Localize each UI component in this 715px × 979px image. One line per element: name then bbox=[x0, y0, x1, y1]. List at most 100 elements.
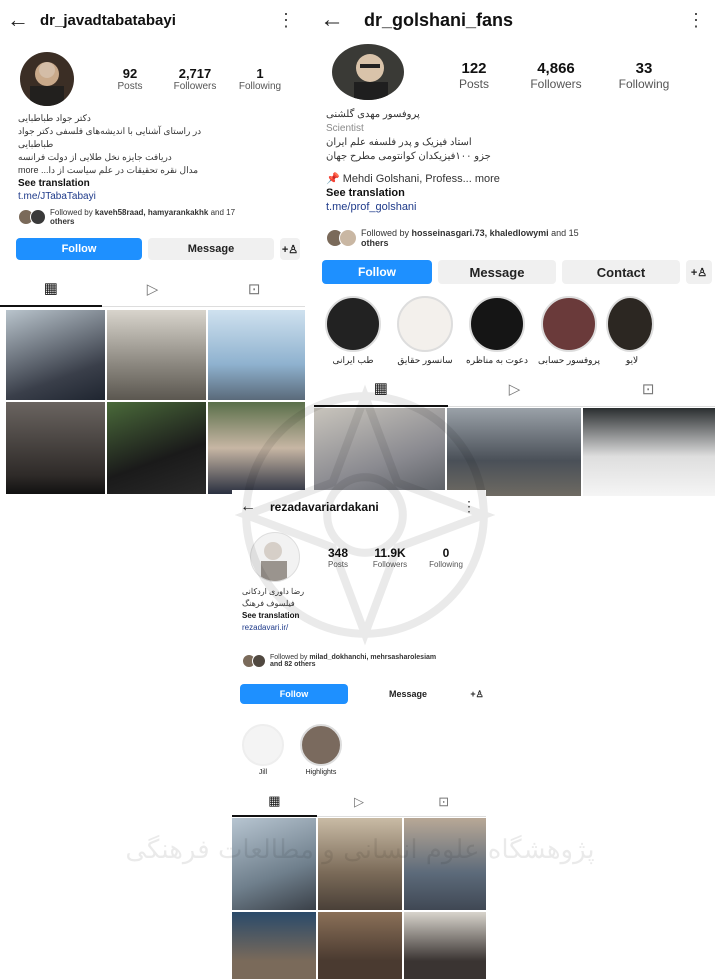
highlight-item[interactable]: لایو bbox=[606, 296, 654, 366]
followers-count[interactable]: 2,717 Followers bbox=[160, 66, 230, 92]
followers-count[interactable]: 11.9K Followers bbox=[360, 546, 420, 569]
profile-tabs: ▦ ▷ ⊡ bbox=[232, 788, 486, 817]
kebab-icon[interactable]: ⋮ bbox=[277, 10, 295, 31]
profile-stats: 122 Posts 4,866 Followers 33 Following bbox=[440, 60, 684, 91]
bio-link[interactable]: rezadavari.ir/ bbox=[242, 622, 462, 634]
highlight-thumbnail bbox=[325, 296, 381, 352]
highlight-item[interactable]: پروفسور حسابی bbox=[538, 296, 600, 366]
bio-line: در راستای آشنایی با اندیشه‌های فلسفی دکت… bbox=[18, 126, 202, 149]
bio-name: پروفسور مهدی گلشنی bbox=[326, 109, 420, 120]
kebab-icon[interactable]: ⋮ bbox=[462, 498, 476, 515]
following-count[interactable]: 33 Following bbox=[604, 60, 684, 91]
story-highlights: طب ایرانی سانسور حقایق دعوت به مناظره پر… bbox=[322, 296, 654, 366]
add-person-icon[interactable]: +♙ bbox=[280, 238, 300, 260]
username: rezadavariardakani bbox=[270, 500, 379, 514]
tagged-icon[interactable]: ⊡ bbox=[401, 788, 486, 816]
see-translation[interactable]: See translation bbox=[242, 610, 462, 622]
post-thumbnail[interactable] bbox=[107, 310, 206, 400]
bio: پروفسور مهدی گلشنی Scientist استاد فیزیک… bbox=[326, 108, 626, 214]
follow-button[interactable]: Follow bbox=[240, 684, 348, 704]
post-thumbnail[interactable] bbox=[314, 408, 445, 496]
action-buttons: Follow Message Contact +♙ bbox=[322, 260, 712, 284]
add-person-icon[interactable]: +♙ bbox=[686, 260, 712, 284]
highlight-item[interactable]: Highlights bbox=[300, 724, 342, 776]
post-thumbnail[interactable] bbox=[208, 310, 305, 400]
grid-icon[interactable]: ▦ bbox=[232, 787, 317, 817]
tagged-icon[interactable]: ⊡ bbox=[203, 272, 305, 306]
avatar[interactable] bbox=[332, 44, 404, 100]
post-thumbnail[interactable] bbox=[232, 912, 316, 979]
profile-tabs: ▦ ▷ ⊡ bbox=[0, 272, 305, 307]
post-grid bbox=[314, 408, 715, 496]
message-button[interactable]: Message bbox=[148, 238, 274, 260]
profile-panel-rezadavari: ← rezadavariardakani ⋮ 348 Posts 11.9K F… bbox=[232, 490, 486, 979]
followed-by-text: Followed by kaveh58raad, hamyarankakhk a… bbox=[50, 208, 236, 226]
highlight-thumbnail bbox=[541, 296, 597, 352]
highlight-item[interactable]: Jill bbox=[242, 724, 284, 776]
post-thumbnail[interactable] bbox=[318, 912, 402, 979]
avatar[interactable] bbox=[250, 532, 300, 582]
bio-link[interactable]: t.me/prof_golshani bbox=[326, 200, 626, 214]
mention[interactable]: 📌 Mehdi Golshani, Profess... more bbox=[326, 172, 626, 186]
message-button[interactable]: Message bbox=[354, 684, 462, 704]
post-thumbnail[interactable] bbox=[6, 402, 105, 494]
post-thumbnail[interactable] bbox=[583, 408, 715, 496]
bio-line: استاد فیزیک و پدر فلسفه علم ایران bbox=[326, 137, 472, 148]
play-icon[interactable]: ▷ bbox=[317, 788, 402, 816]
following-count[interactable]: 0 Following bbox=[420, 546, 472, 569]
profile-stats: 348 Posts 11.9K Followers 0 Following bbox=[316, 546, 472, 569]
followed-by[interactable]: Followed by milad_dokhanchi, mehrsasharo… bbox=[242, 654, 482, 668]
contact-button[interactable]: Contact bbox=[562, 260, 680, 284]
following-count[interactable]: 1 Following bbox=[230, 66, 290, 92]
highlight-thumbnail bbox=[242, 724, 284, 766]
tagged-icon[interactable]: ⊡ bbox=[581, 372, 715, 406]
post-thumbnail[interactable] bbox=[447, 408, 581, 496]
follow-button[interactable]: Follow bbox=[322, 260, 432, 284]
back-arrow-icon[interactable]: ← bbox=[4, 7, 32, 33]
avatar[interactable] bbox=[20, 52, 74, 106]
add-person-icon[interactable]: +♙ bbox=[468, 684, 486, 704]
bio-line: فیلسوف فرهنگ bbox=[242, 599, 295, 608]
message-button[interactable]: Message bbox=[438, 260, 556, 284]
category: Scientist bbox=[326, 123, 364, 134]
highlight-item[interactable]: طب ایرانی bbox=[322, 296, 384, 366]
posts-count[interactable]: 348 Posts bbox=[316, 546, 360, 569]
bio-link[interactable]: t.me/JTabaTabayi bbox=[18, 190, 218, 203]
followed-by[interactable]: Followed by hosseinasgari.73, khaledlowy… bbox=[326, 228, 711, 248]
posts-count[interactable]: 92 Posts bbox=[100, 66, 160, 92]
posts-count[interactable]: 122 Posts bbox=[440, 60, 508, 91]
post-thumbnail[interactable] bbox=[404, 912, 486, 979]
highlight-item[interactable]: دعوت به مناظره bbox=[466, 296, 528, 366]
profile-panel-golshani-fans: ← dr_golshani_fans ⋮ 122 Posts 4,866 Fol… bbox=[314, 0, 715, 497]
bio-line[interactable]: مدال نقره تحقیقات در علم سیاست از دا... … bbox=[18, 164, 218, 177]
followed-by[interactable]: Followed by kaveh58raad, hamyarankakhk a… bbox=[18, 208, 298, 226]
bio-line: دریافت جایزه نخل طلایی از دولت فرانسه bbox=[18, 152, 172, 162]
bio: رضا داوری اردکانی فیلسوف فرهنگ See trans… bbox=[242, 586, 462, 634]
follow-button[interactable]: Follow bbox=[16, 238, 142, 260]
watermark-text: پژوهشگاه علوم انسانی و مطالعات فرهنگی bbox=[125, 835, 595, 865]
play-icon[interactable]: ▷ bbox=[102, 272, 204, 306]
bio-name: دکتر جواد طباطبایی bbox=[18, 113, 91, 123]
kebab-icon[interactable]: ⋮ bbox=[687, 10, 705, 31]
username: dr_javadtabatabayi bbox=[40, 11, 176, 29]
back-arrow-icon[interactable]: ← bbox=[234, 498, 262, 516]
post-thumbnail[interactable] bbox=[208, 402, 305, 494]
followers-count[interactable]: 4,866 Followers bbox=[508, 60, 604, 91]
profile-tabs: ▦ ▷ ⊡ bbox=[314, 372, 715, 407]
profile-panel-javadtabatabayi: ← dr_javadtabatabayi ⋮ 92 Posts 2,717 Fo… bbox=[0, 0, 305, 497]
post-thumbnail[interactable] bbox=[6, 310, 105, 400]
grid-icon[interactable]: ▦ bbox=[314, 371, 448, 407]
highlight-item[interactable]: سانسور حقایق bbox=[394, 296, 456, 366]
grid-icon[interactable]: ▦ bbox=[0, 271, 102, 307]
see-translation[interactable]: See translation bbox=[18, 177, 218, 190]
play-icon[interactable]: ▷ bbox=[448, 372, 582, 406]
follower-avatars bbox=[242, 654, 266, 668]
back-arrow-icon[interactable]: ← bbox=[318, 6, 346, 34]
avatar bbox=[30, 209, 46, 225]
see-translation[interactable]: See translation bbox=[326, 186, 626, 200]
bio-name: رضا داوری اردکانی bbox=[242, 587, 305, 596]
action-buttons: Follow Message +♙ bbox=[16, 238, 300, 260]
follower-avatars bbox=[18, 209, 46, 225]
post-thumbnail[interactable] bbox=[107, 402, 206, 494]
follower-avatars bbox=[326, 229, 357, 247]
